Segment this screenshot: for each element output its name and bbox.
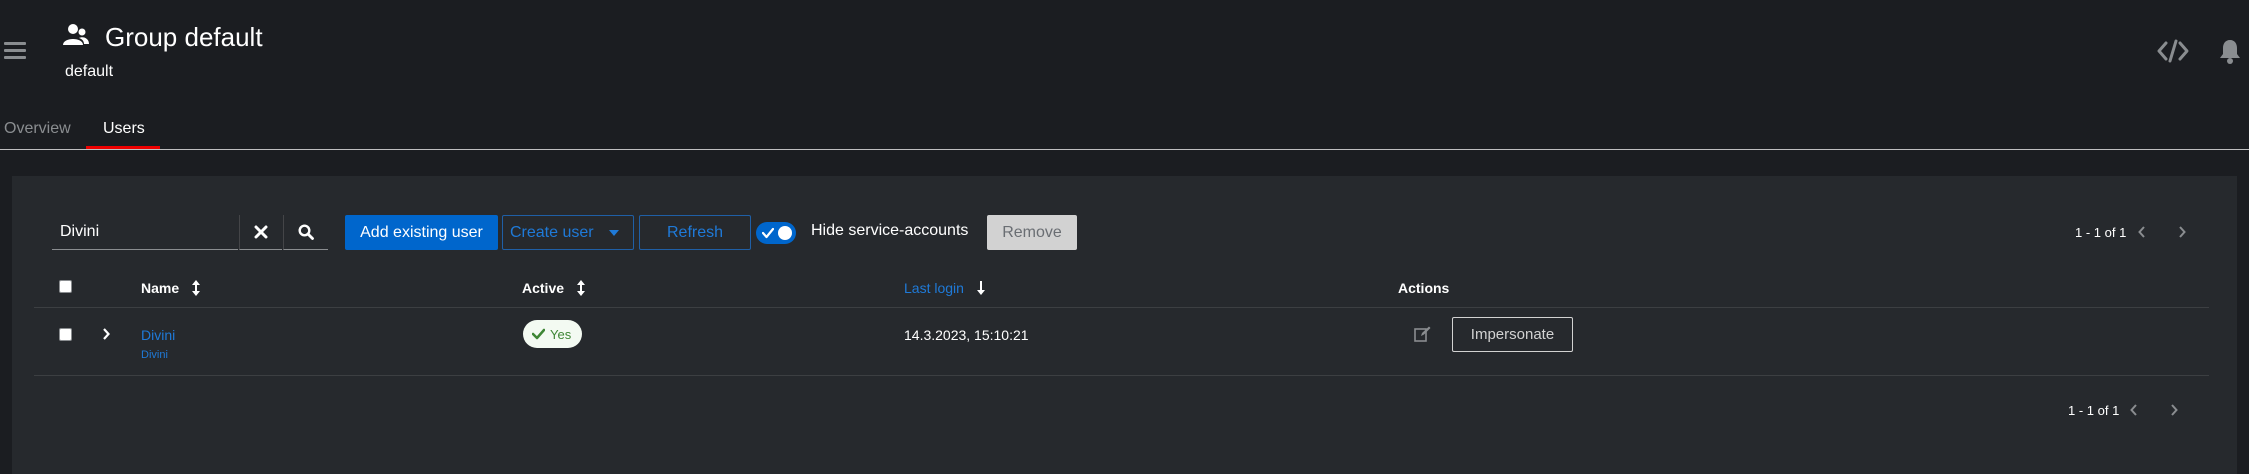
caret-down-icon [609, 230, 619, 236]
user-subtitle: Divini [141, 349, 168, 361]
code-icon[interactable] [2157, 38, 2189, 64]
last-login-value: 14.3.2023, 15:10:21 [904, 327, 1029, 343]
sort-down-icon [976, 281, 985, 295]
tab-overview[interactable]: Overview [4, 120, 71, 138]
chevron-right-icon [2179, 226, 2186, 238]
hamburger-icon [4, 42, 26, 45]
user-name-link[interactable]: Divini [141, 327, 175, 343]
refresh-button[interactable]: Refresh [639, 215, 751, 250]
chevron-left-icon [2130, 404, 2137, 416]
next-page-button-top[interactable] [2172, 222, 2192, 242]
remove-button: Remove [987, 215, 1077, 250]
table-header-divider [34, 307, 2209, 308]
row-expand-button[interactable] [102, 327, 116, 343]
search-input[interactable] [52, 215, 238, 250]
users-icon [63, 24, 89, 45]
prev-page-button-bottom[interactable] [2124, 400, 2144, 420]
edit-icon [1414, 326, 1431, 342]
select-all-checkbox[interactable] [59, 280, 72, 293]
sort-icon [576, 280, 585, 296]
menu-toggle-button[interactable] [4, 42, 26, 60]
column-header-name[interactable]: Name [141, 280, 201, 296]
active-status-badge: Yes [523, 320, 582, 348]
hide-service-accounts-label: Hide service-accounts [811, 222, 969, 239]
chevron-left-icon [2138, 226, 2145, 238]
search-icon [298, 224, 314, 240]
impersonate-button[interactable]: Impersonate [1452, 317, 1573, 352]
column-header-last-login[interactable]: Last login [904, 280, 986, 296]
pagination-info-bottom: 1 - 1 of 1 [2068, 403, 2120, 418]
sort-icon [192, 280, 201, 296]
chevron-right-icon [103, 328, 110, 340]
clear-search-button[interactable] [239, 215, 282, 250]
column-header-active[interactable]: Active [522, 280, 586, 296]
bell-icon[interactable] [2219, 38, 2241, 64]
search-button[interactable] [283, 215, 328, 250]
pagination-info-top: 1 - 1 of 1 [2075, 225, 2127, 240]
tabs-divider [0, 149, 2249, 150]
close-icon [254, 225, 268, 239]
create-user-label: Create user [510, 223, 594, 241]
check-icon [762, 227, 774, 239]
create-user-dropdown[interactable]: Create user [502, 215, 634, 250]
chevron-right-icon [2171, 404, 2178, 416]
toggle-knob [778, 226, 792, 240]
next-page-button-bottom[interactable] [2164, 400, 2184, 420]
tab-users[interactable]: Users [103, 120, 145, 138]
table-row-divider [34, 375, 2209, 376]
row-select-checkbox[interactable] [59, 328, 72, 341]
check-icon [532, 328, 545, 340]
page-subtitle: default [65, 63, 114, 80]
edit-user-button[interactable] [1414, 326, 1431, 347]
add-existing-user-button[interactable]: Add existing user [345, 215, 498, 250]
hide-service-accounts-toggle[interactable] [756, 222, 796, 244]
column-header-actions: Actions [1398, 280, 1450, 296]
page-title: Group default [105, 22, 263, 52]
prev-page-button-top[interactable] [2132, 222, 2152, 242]
